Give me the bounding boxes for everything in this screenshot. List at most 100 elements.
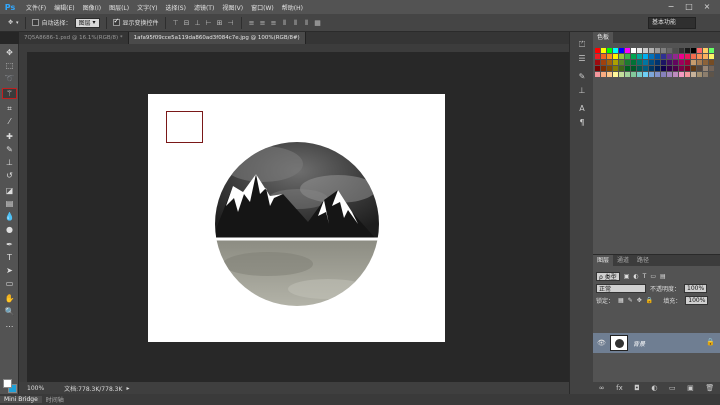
color-swatch[interactable] (637, 48, 642, 53)
menu-help[interactable]: 帮助(H) (282, 3, 303, 12)
auto-select-checkbox[interactable] (31, 19, 39, 26)
layer-filter-dropdown[interactable]: ρ 类型 (596, 271, 620, 281)
color-swatch[interactable] (691, 72, 696, 77)
menu-window[interactable]: 窗口(W) (251, 3, 274, 12)
color-swatch[interactable] (679, 66, 684, 71)
color-swatch[interactable] (619, 54, 624, 59)
color-swatch[interactable] (655, 54, 660, 59)
auto-select-target-dropdown[interactable]: 图层 ▾ (74, 17, 100, 28)
color-swatch[interactable] (691, 54, 696, 59)
align-bottom-icon[interactable]: ⊥ (194, 19, 202, 27)
hand-tool-icon[interactable]: ✋ (3, 294, 16, 303)
color-swatch[interactable] (649, 54, 654, 59)
filter-shape-icon[interactable]: ▭ (650, 273, 656, 280)
color-swatch[interactable] (661, 54, 666, 59)
color-swatch[interactable] (631, 54, 636, 59)
align-hcenter-icon[interactable]: ⊞ (216, 19, 224, 27)
color-swatch[interactable] (625, 66, 630, 71)
clone-stamp-tool-icon[interactable]: ⊥ (3, 158, 16, 167)
distribute-left-icon[interactable]: ⦀ (281, 19, 289, 27)
lock-paint-icon[interactable]: ✎ (628, 297, 633, 304)
pen-tool-icon[interactable]: ✒ (3, 240, 16, 249)
color-swatch[interactable] (607, 72, 612, 77)
distribute-top-icon[interactable]: ≡ (248, 19, 256, 27)
menu-image[interactable]: 图像(I) (83, 3, 101, 12)
color-swatch[interactable] (661, 66, 666, 71)
tab-paths[interactable]: 路径 (633, 255, 653, 266)
color-swatch[interactable] (697, 48, 702, 53)
color-swatch[interactable] (679, 48, 684, 53)
color-swatch[interactable] (595, 48, 600, 53)
color-swatch[interactable] (613, 72, 618, 77)
color-swatch[interactable] (643, 66, 648, 71)
menu-layer[interactable]: 图层(L) (109, 3, 129, 12)
color-swatch[interactable] (601, 66, 606, 71)
trash-icon[interactable]: 🗑 (705, 384, 714, 392)
color-swatch[interactable] (661, 72, 666, 77)
color-swatch[interactable] (601, 48, 606, 53)
tab-swatches[interactable]: 色板 (593, 32, 614, 43)
align-right-icon[interactable]: ⊣ (227, 19, 235, 27)
color-swatch[interactable] (709, 72, 714, 77)
color-swatch[interactable] (607, 48, 612, 53)
color-swatch[interactable] (655, 60, 660, 65)
blur-tool-icon[interactable]: 💧 (3, 212, 16, 221)
lock-pixels-icon[interactable]: ▦ (618, 297, 624, 304)
new-layer-icon[interactable]: ▣ (687, 384, 694, 392)
color-swatch[interactable] (637, 66, 642, 71)
color-swatch[interactable] (667, 48, 672, 53)
document-size[interactable]: 文档:778.3K/778.3K (64, 384, 122, 393)
color-swatch[interactable] (655, 48, 660, 53)
menu-filter[interactable]: 滤镜(T) (194, 3, 214, 12)
distribute-right-icon[interactable]: ⦀ (303, 19, 311, 27)
color-swatch[interactable] (667, 66, 672, 71)
color-swatch[interactable] (625, 72, 630, 77)
color-swatch[interactable] (667, 60, 672, 65)
paragraph-panel-icon[interactable]: ¶ (577, 118, 587, 128)
color-swatch[interactable] (607, 66, 612, 71)
color-swatch[interactable] (703, 54, 708, 59)
color-swatch[interactable] (601, 60, 606, 65)
color-swatch[interactable] (667, 72, 672, 77)
show-transform-checkbox[interactable] (112, 17, 120, 26)
color-swatch[interactable] (667, 54, 672, 59)
tab-timeline[interactable]: 时间轴 (42, 395, 68, 404)
layer-row-background[interactable]: 👁 背景 🔒 (593, 333, 720, 353)
color-swatch[interactable] (625, 48, 630, 53)
adjustment-layer-icon[interactable]: ◐ (651, 384, 657, 392)
color-swatch[interactable] (595, 72, 600, 77)
menu-edit[interactable]: 编辑(E) (54, 3, 74, 12)
tab-psd-document[interactable]: 7Q5A8686-1.psd @ 16.1%(RGB/8) * (19, 32, 129, 44)
color-swatch[interactable] (703, 60, 708, 65)
menu-select[interactable]: 选择(S) (165, 3, 186, 12)
color-swatch[interactable] (613, 60, 618, 65)
path-selection-tool-icon[interactable]: ➤ (3, 266, 16, 275)
color-swatch[interactable] (649, 60, 654, 65)
distribute-hcenter-icon[interactable]: ⦀ (292, 19, 300, 27)
align-top-icon[interactable]: ⊤ (172, 19, 180, 27)
healing-brush-tool-icon[interactable]: ✚ (3, 132, 16, 141)
tab-jpg-document[interactable]: 1afa95f09cce5a119da860ad3f084c7e.jpg @ 1… (128, 32, 306, 44)
color-swatch[interactable] (709, 66, 714, 71)
more-tools-icon[interactable]: … (3, 320, 16, 329)
magic-wand-tool-icon[interactable]: ⚚ (2, 88, 17, 99)
filter-smart-icon[interactable]: ▤ (660, 273, 666, 280)
color-swatch[interactable] (649, 72, 654, 77)
color-swatch[interactable] (607, 54, 612, 59)
filter-pixel-icon[interactable]: ▣ (624, 273, 630, 280)
color-swatch[interactable] (691, 48, 696, 53)
menu-type[interactable]: 文字(Y) (137, 3, 157, 12)
color-swatch[interactable] (691, 66, 696, 71)
color-swatch[interactable] (601, 54, 606, 59)
lock-position-icon[interactable]: ✥ (637, 297, 642, 304)
marquee-tool-icon[interactable]: ⬚ (3, 61, 16, 70)
color-swatch[interactable] (649, 66, 654, 71)
color-swatch[interactable] (613, 48, 618, 53)
color-swatch[interactable] (685, 60, 690, 65)
color-swatch[interactable] (607, 60, 612, 65)
menu-view[interactable]: 视图(V) (222, 3, 243, 12)
color-swatch[interactable] (709, 48, 714, 53)
color-swatch[interactable] (691, 60, 696, 65)
color-swatch[interactable] (619, 72, 624, 77)
color-swatch[interactable] (709, 54, 714, 59)
